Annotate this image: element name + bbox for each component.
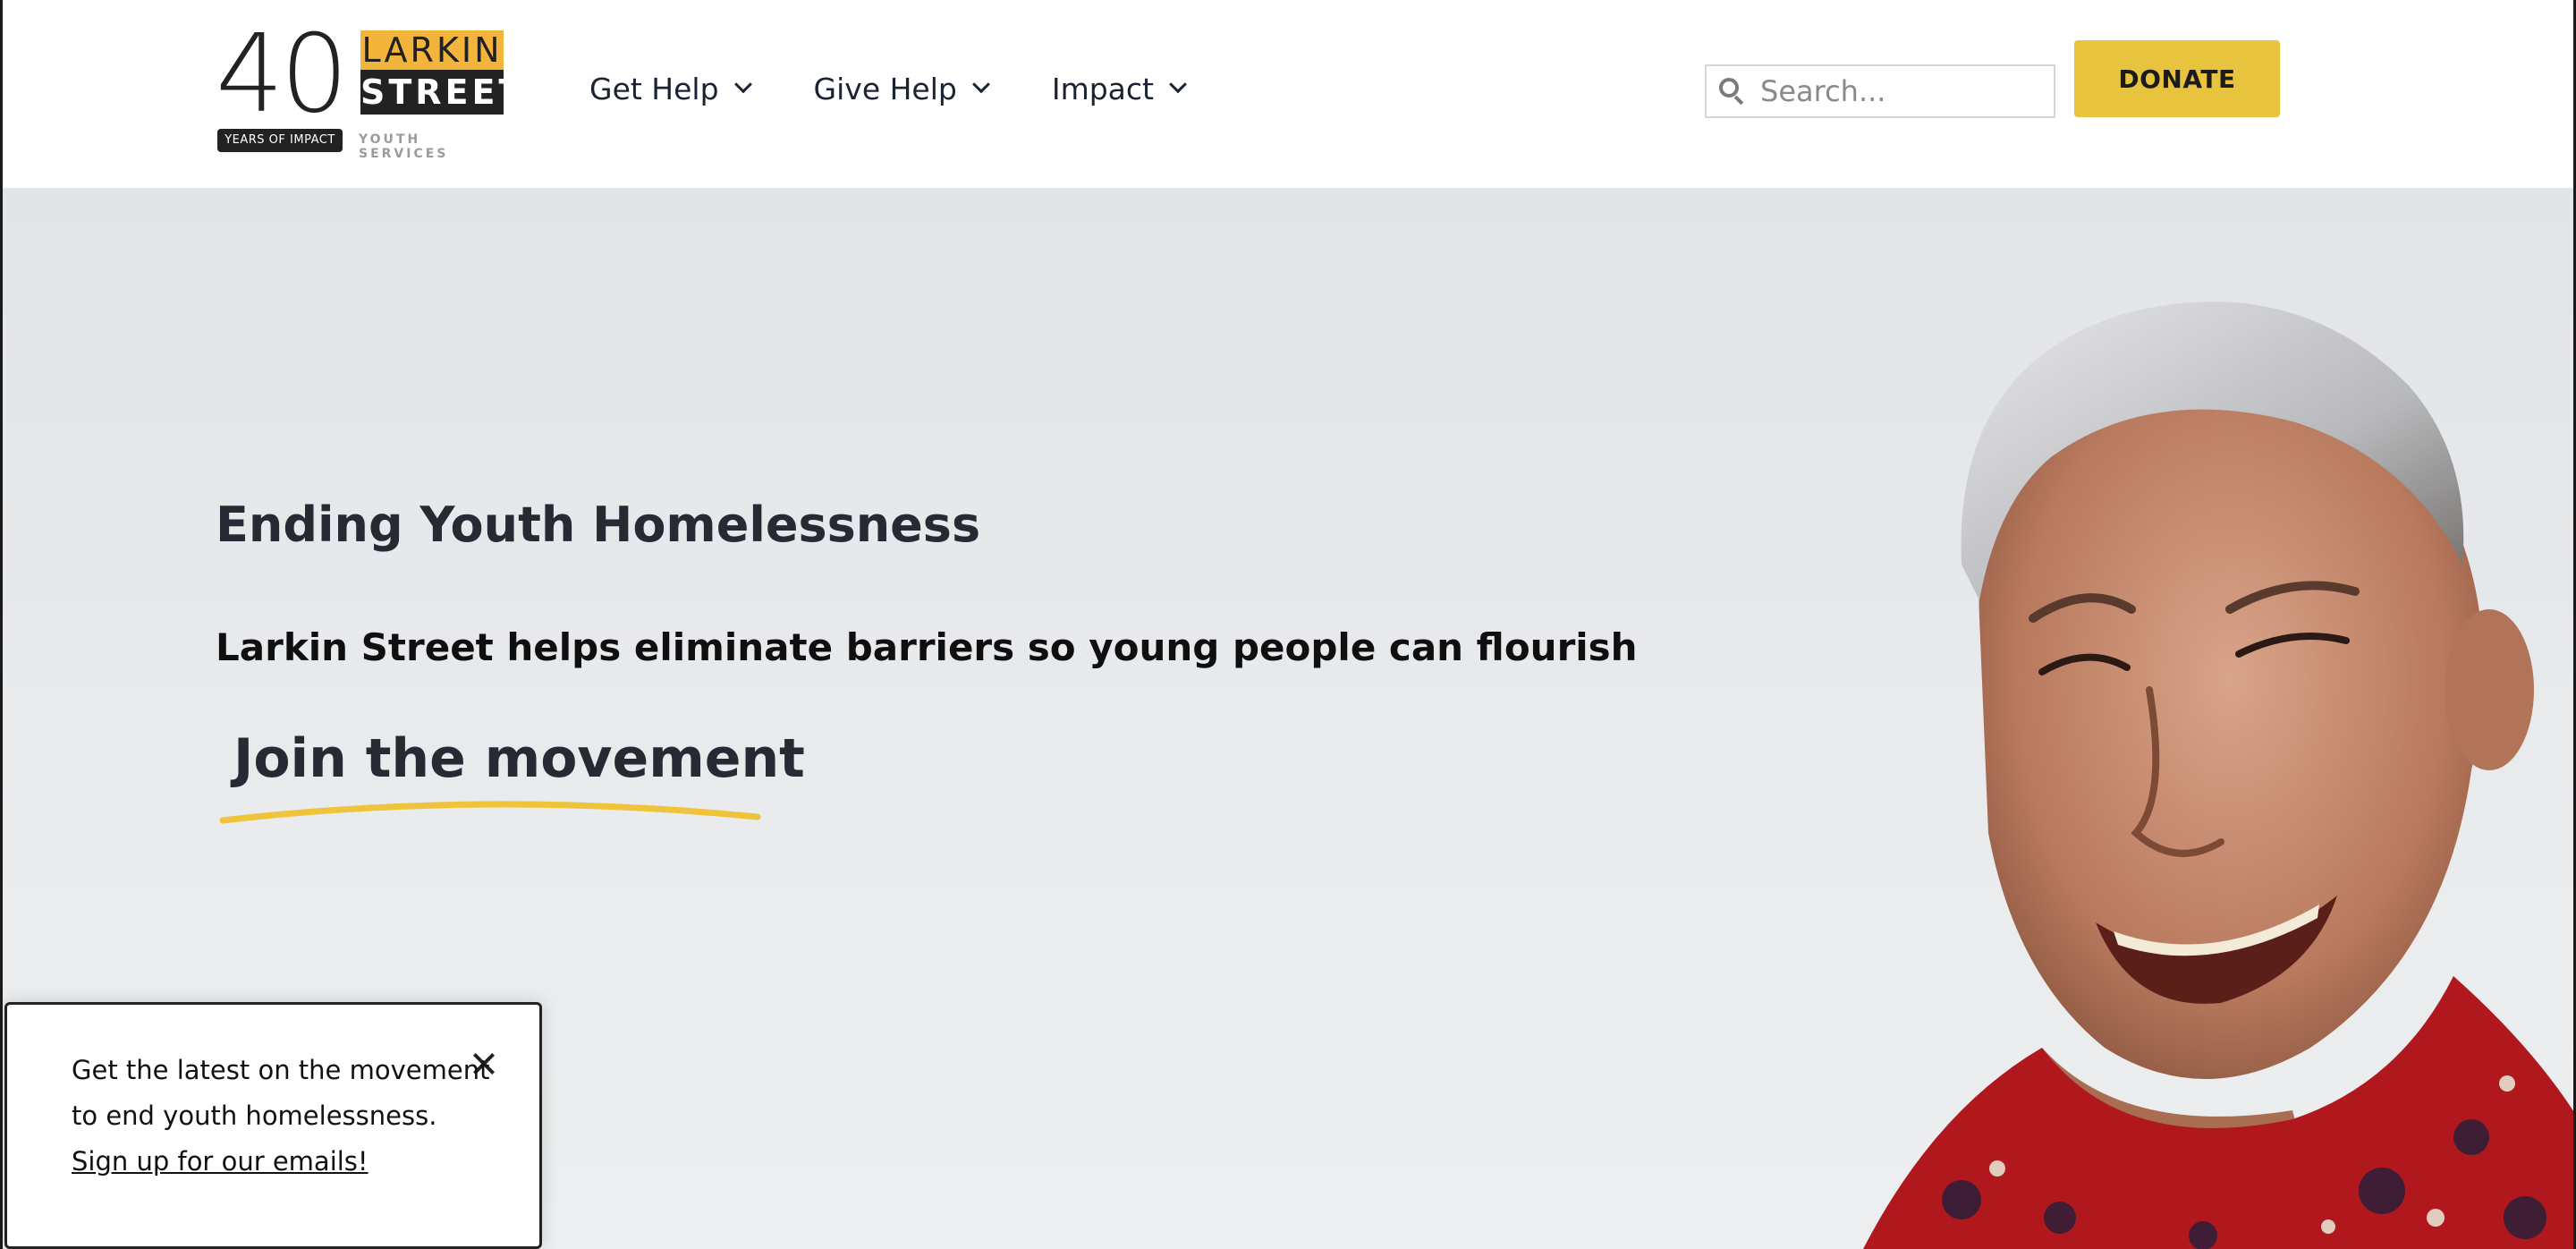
join-movement-link[interactable]: Join the movement xyxy=(233,727,805,790)
popup-message: Get the latest on the movement to end yo… xyxy=(72,1048,492,1185)
nav-item-give-help[interactable]: Give Help xyxy=(813,72,990,106)
nav-item-get-help[interactable]: Get Help xyxy=(589,72,752,106)
popup-text: Get the latest on the movement to end yo… xyxy=(72,1055,490,1131)
logo-40-years-number: 40 xyxy=(216,13,349,137)
nav-item-impact[interactable]: Impact xyxy=(1051,72,1187,106)
nav-item-label: Get Help xyxy=(589,72,719,106)
page: 40 YEARS OF IMPACT LARKIN STREET YOUTH S… xyxy=(0,0,2576,1249)
main-nav: Get Help Give Help Impact xyxy=(589,72,1249,106)
chevron-down-icon xyxy=(733,74,752,93)
logo-years-badge: YEARS OF IMPACT xyxy=(217,129,343,152)
search-icon xyxy=(1719,78,1746,106)
chevron-down-icon xyxy=(971,74,990,93)
email-signup-popup: Get the latest on the movement to end yo… xyxy=(4,1002,542,1249)
logo-street-box: STREET xyxy=(360,70,521,115)
logo-tagline: YOUTH SERVICES xyxy=(359,132,449,161)
donate-button[interactable]: DONATE xyxy=(2074,40,2280,117)
search-box xyxy=(1705,64,2055,118)
hero-title: Ending Youth Homelessness xyxy=(216,497,981,553)
logo-larkin-box: LARKIN xyxy=(360,30,504,70)
larkin-street-logo[interactable]: 40 YEARS OF IMPACT LARKIN STREET YOUTH S… xyxy=(216,13,521,162)
nav-item-label: Impact xyxy=(1051,72,1154,106)
site-header: 40 YEARS OF IMPACT LARKIN STREET YOUTH S… xyxy=(3,0,2573,189)
email-signup-link[interactable]: Sign up for our emails! xyxy=(72,1146,369,1177)
cta-underline-decoration xyxy=(219,801,761,824)
search-input[interactable] xyxy=(1760,74,2046,108)
hero-subtitle: Larkin Street helps eliminate barriers s… xyxy=(216,625,1638,669)
hero-portrait-image xyxy=(1863,302,2573,1249)
chevron-down-icon xyxy=(1169,74,1187,93)
nav-item-label: Give Help xyxy=(813,72,957,106)
